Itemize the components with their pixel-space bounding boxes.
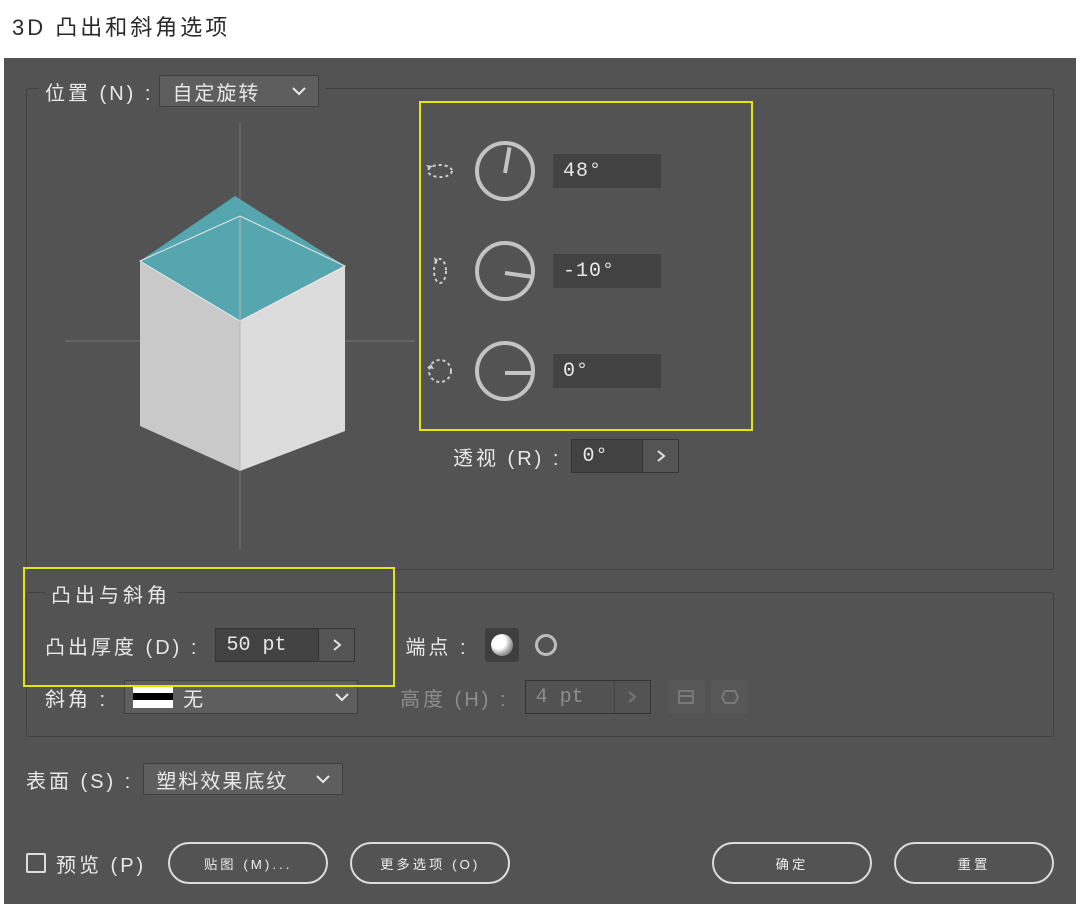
- cap-off-button[interactable]: [529, 628, 563, 662]
- rotate-y-dial[interactable]: [475, 241, 535, 301]
- rotate-x-dial[interactable]: [475, 141, 535, 201]
- cube-preview[interactable]: [45, 121, 415, 551]
- more-options-button[interactable]: 更多选项 (O): [350, 842, 510, 884]
- dialog-body: 位置 (N) : 自定旋转: [4, 58, 1076, 904]
- rotate-x-icon: [423, 158, 457, 184]
- rotate-z-input[interactable]: [553, 354, 661, 388]
- chevron-down-icon: [335, 692, 349, 702]
- bevel-extent-out-button: [711, 680, 749, 714]
- chevron-down-icon: [292, 86, 306, 96]
- preview-checkbox[interactable]: 预览 (P): [26, 849, 146, 878]
- position-label: 位置 (N) :: [45, 77, 153, 106]
- surface-select-value: 塑料效果底纹: [156, 765, 288, 794]
- bevel-height-input: [526, 681, 614, 713]
- dialog-title: 3D 凸出和斜角选项: [0, 0, 1080, 58]
- extrude-bevel-group: 凸出与斜角 凸出厚度 (D) : 端点 : 斜角 : 无: [26, 592, 1054, 737]
- perspective-label: 透视 (R) :: [453, 442, 561, 471]
- bevel-select[interactable]: 无: [124, 680, 358, 714]
- cap-on-button[interactable]: [485, 628, 519, 662]
- chevron-down-icon: [316, 774, 330, 784]
- bevel-height-stepper: [525, 680, 651, 714]
- bevel-extent-in-button: [667, 680, 705, 714]
- checkbox-icon: [26, 853, 46, 873]
- bevel-height-step-button: [614, 681, 650, 713]
- perspective-stepper[interactable]: [571, 439, 679, 473]
- dialog-button-bar: 预览 (P) 贴图 (M)... 更多选项 (O) 确定 重置: [26, 842, 1054, 884]
- perspective-input[interactable]: [572, 440, 642, 472]
- rotate-y-icon: [423, 256, 457, 286]
- rotate-z-dial[interactable]: [475, 341, 535, 401]
- extrude-depth-stepper[interactable]: [215, 628, 355, 662]
- position-select-value: 自定旋转: [172, 77, 260, 106]
- surface-label: 表面 (S) :: [26, 765, 133, 794]
- preview-checkbox-label: 预览 (P): [56, 849, 146, 878]
- rotation-controls: 透视 (R) :: [423, 121, 1035, 551]
- bevel-thumb-icon: [133, 686, 173, 708]
- bevel-height-label: 高度 (H) :: [400, 683, 508, 712]
- rotate-z-icon: [423, 356, 457, 386]
- ok-button[interactable]: 确定: [712, 842, 872, 884]
- rotate-y-input[interactable]: [553, 254, 661, 288]
- position-select[interactable]: 自定旋转: [159, 75, 319, 107]
- cap-label: 端点 :: [405, 631, 468, 660]
- extrude-depth-input[interactable]: [216, 629, 318, 661]
- bevel-label: 斜角 :: [45, 683, 108, 712]
- reset-button[interactable]: 重置: [894, 842, 1054, 884]
- extrude-depth-label: 凸出厚度 (D) :: [45, 631, 199, 660]
- extrude-depth-step-button[interactable]: [318, 629, 354, 661]
- perspective-step-button[interactable]: [642, 440, 678, 472]
- bevel-select-value: 无: [183, 683, 203, 712]
- map-art-button[interactable]: 贴图 (M)...: [168, 842, 328, 884]
- rotate-x-input[interactable]: [553, 154, 661, 188]
- extrude-group-title: 凸出与斜角: [45, 585, 177, 607]
- surface-select[interactable]: 塑料效果底纹: [143, 763, 343, 795]
- position-group: 位置 (N) : 自定旋转: [26, 88, 1054, 570]
